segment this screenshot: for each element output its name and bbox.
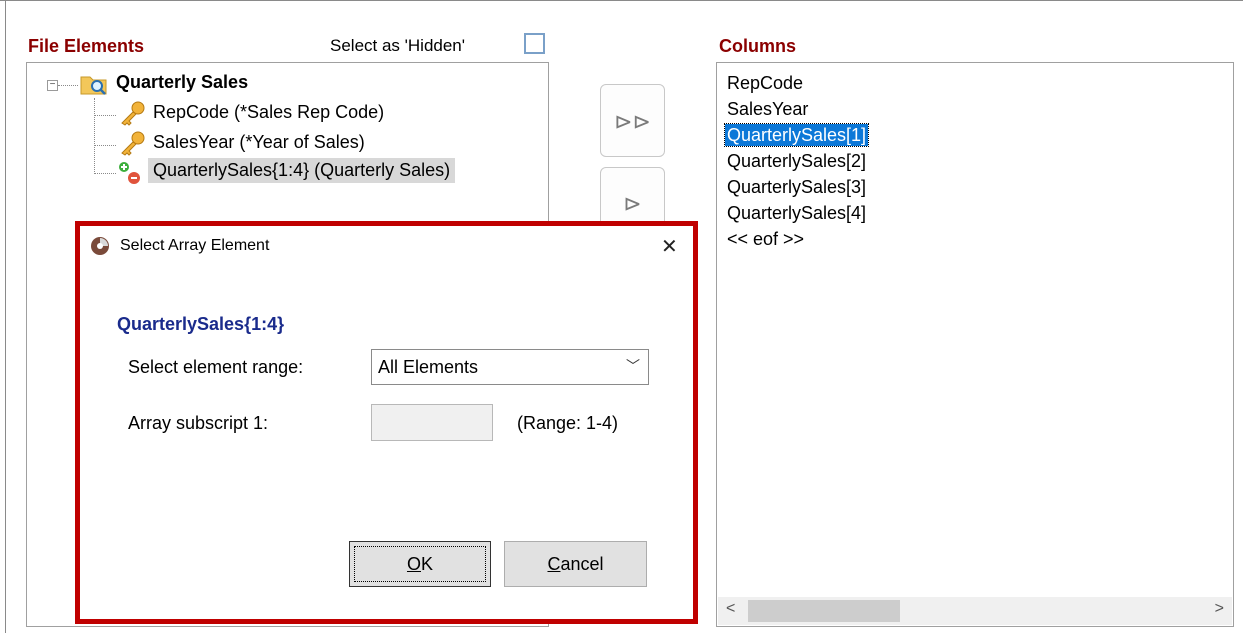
dialog-title: Select Array Element — [120, 237, 270, 254]
tree-item-quarterlysales[interactable]: QuarterlySales{1:4} (Quarterly Sales) — [148, 158, 456, 183]
columns-horizontal-scrollbar[interactable]: < > — [718, 597, 1232, 625]
tree-line — [58, 85, 78, 86]
column-item-eof[interactable]: << eof >> — [727, 228, 804, 250]
range-label: Select element range: — [128, 357, 304, 377]
dialog-heading: QuarterlySales{1:4} — [117, 314, 285, 334]
key-icon — [121, 131, 145, 156]
range-hint: (Range: 1-4) — [517, 413, 619, 433]
tree-root-quarterly-sales[interactable]: Quarterly Sales — [116, 72, 248, 93]
move-one-button[interactable]: ⊳ — [600, 167, 665, 227]
cancel-button-label: ancel — [560, 554, 604, 574]
close-icon[interactable]: ✕ — [661, 234, 678, 259]
hidden-checkbox-label: Select as 'Hidden' — [330, 36, 466, 55]
key-icon — [121, 101, 145, 126]
tree-item-repcode[interactable]: RepCode (*Sales Rep Code) — [153, 102, 384, 123]
columns-title: Columns — [719, 36, 797, 56]
column-item[interactable]: SalesYear — [727, 98, 808, 120]
cancel-button-mnemonic: C — [547, 554, 561, 574]
scrollbar-thumb[interactable] — [748, 600, 900, 622]
window-left-border — [5, 0, 6, 633]
chevron-right-icon: ⊳ — [623, 191, 642, 216]
hidden-checkbox[interactable] — [524, 33, 545, 54]
tree-line — [94, 115, 116, 116]
app-icon — [91, 237, 109, 255]
cancel-button[interactable]: Cancel — [504, 541, 647, 587]
tree-item-salesyear[interactable]: SalesYear (*Year of Sales) — [153, 132, 365, 153]
ok-button[interactable]: OK — [349, 541, 491, 587]
column-item[interactable]: QuarterlySales[2] — [727, 150, 866, 172]
subscript-label: Array subscript 1: — [128, 413, 269, 433]
array-element-icon — [119, 162, 140, 184]
subscript-input[interactable] — [371, 404, 493, 441]
folder-search-icon — [80, 76, 107, 95]
column-item[interactable]: QuarterlySales[4] — [727, 202, 866, 224]
double-chevron-right-icon: ⊳⊳ — [614, 109, 651, 134]
scroll-right-icon[interactable]: > — [1215, 600, 1224, 618]
tree-line — [94, 145, 116, 146]
tree-line — [94, 98, 95, 174]
column-item[interactable]: QuarterlySales[3] — [727, 176, 866, 198]
file-elements-title: File Elements — [28, 36, 145, 56]
collapse-icon[interactable]: − — [47, 80, 58, 91]
range-select-value: All Elements — [378, 357, 479, 377]
chevron-down-icon: ﹀ — [626, 358, 640, 374]
range-select[interactable]: All Elements ﹀ — [371, 349, 649, 385]
column-item-selected[interactable]: QuarterlySales[1] — [723, 123, 870, 147]
move-all-button[interactable]: ⊳⊳ — [600, 84, 665, 157]
window-top-border — [0, 0, 1243, 7]
focus-rectangle — [354, 546, 486, 582]
columns-list[interactable] — [716, 62, 1234, 627]
scroll-left-icon[interactable]: < — [726, 600, 735, 618]
column-item[interactable]: RepCode — [727, 72, 803, 94]
tree-line — [94, 173, 116, 174]
